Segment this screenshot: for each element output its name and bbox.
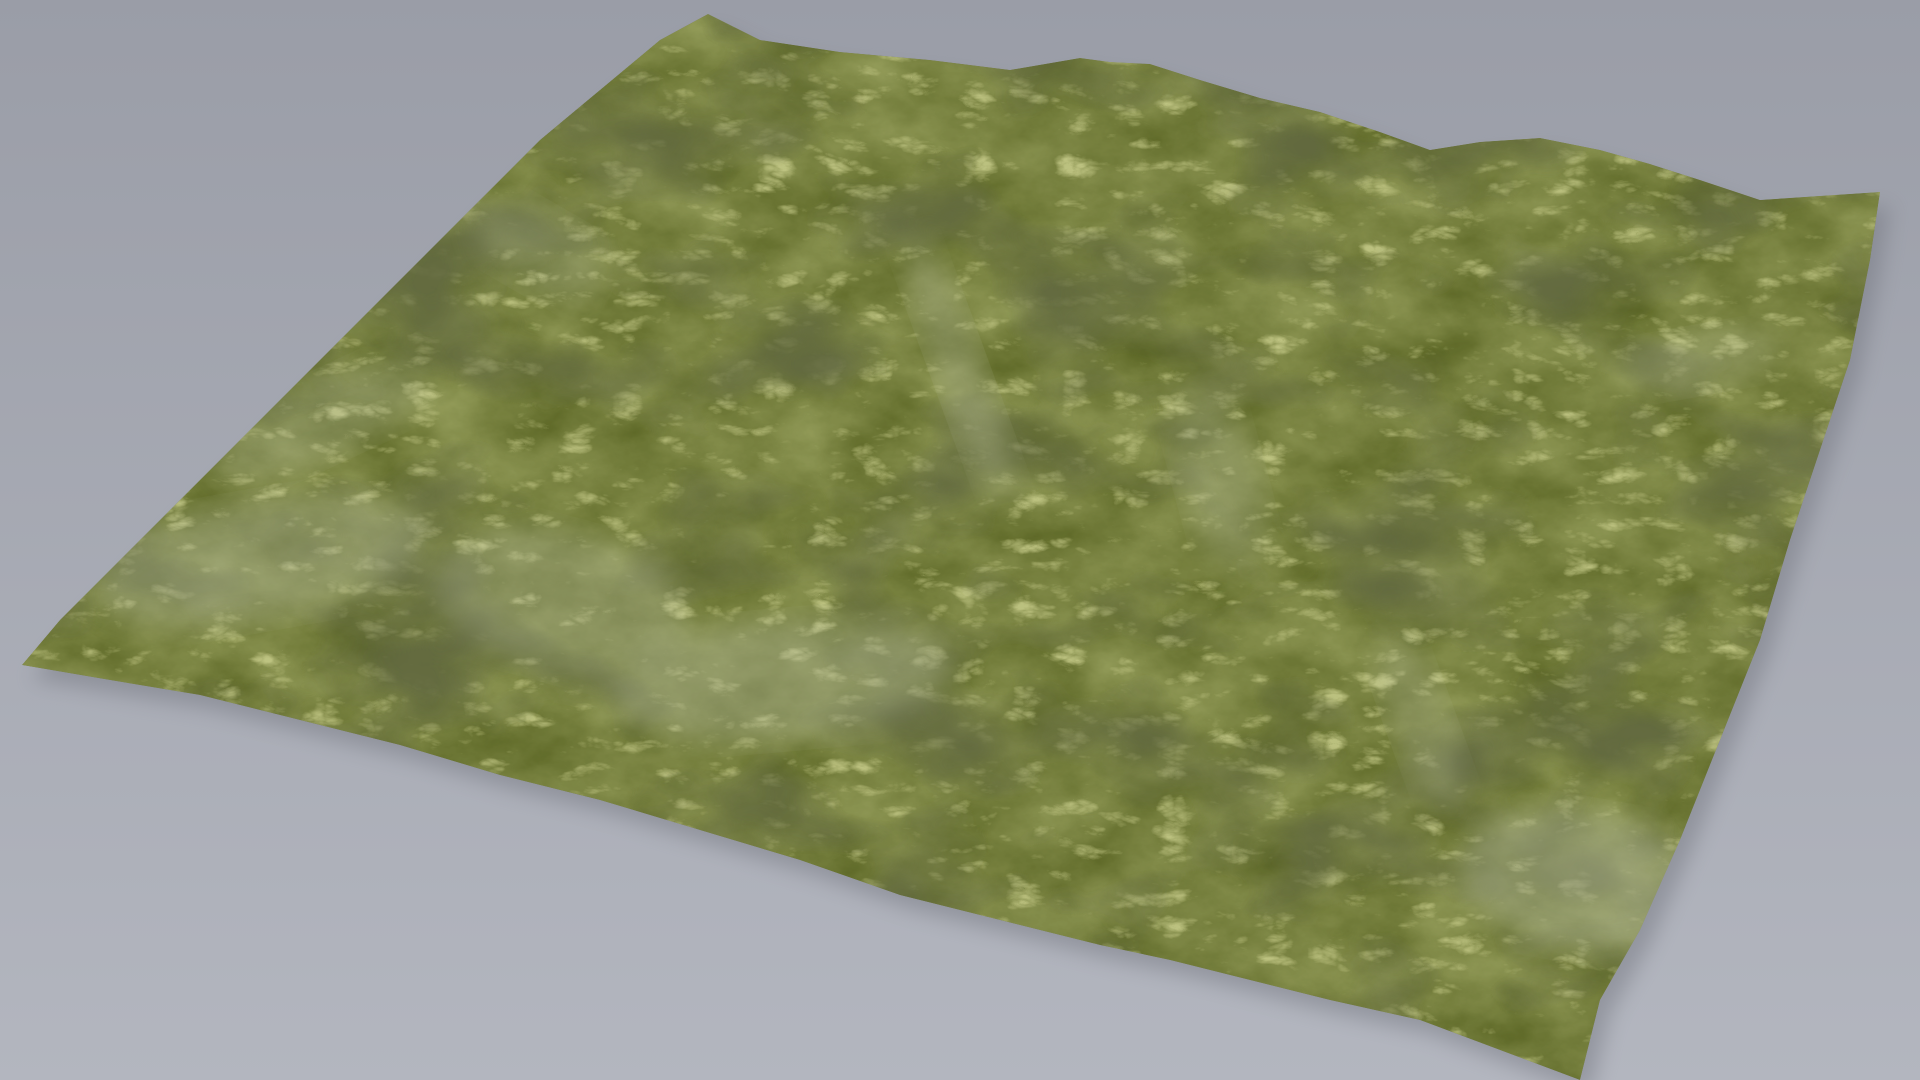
render-viewport [0, 0, 1920, 1080]
terrain-render [0, 0, 1920, 1080]
